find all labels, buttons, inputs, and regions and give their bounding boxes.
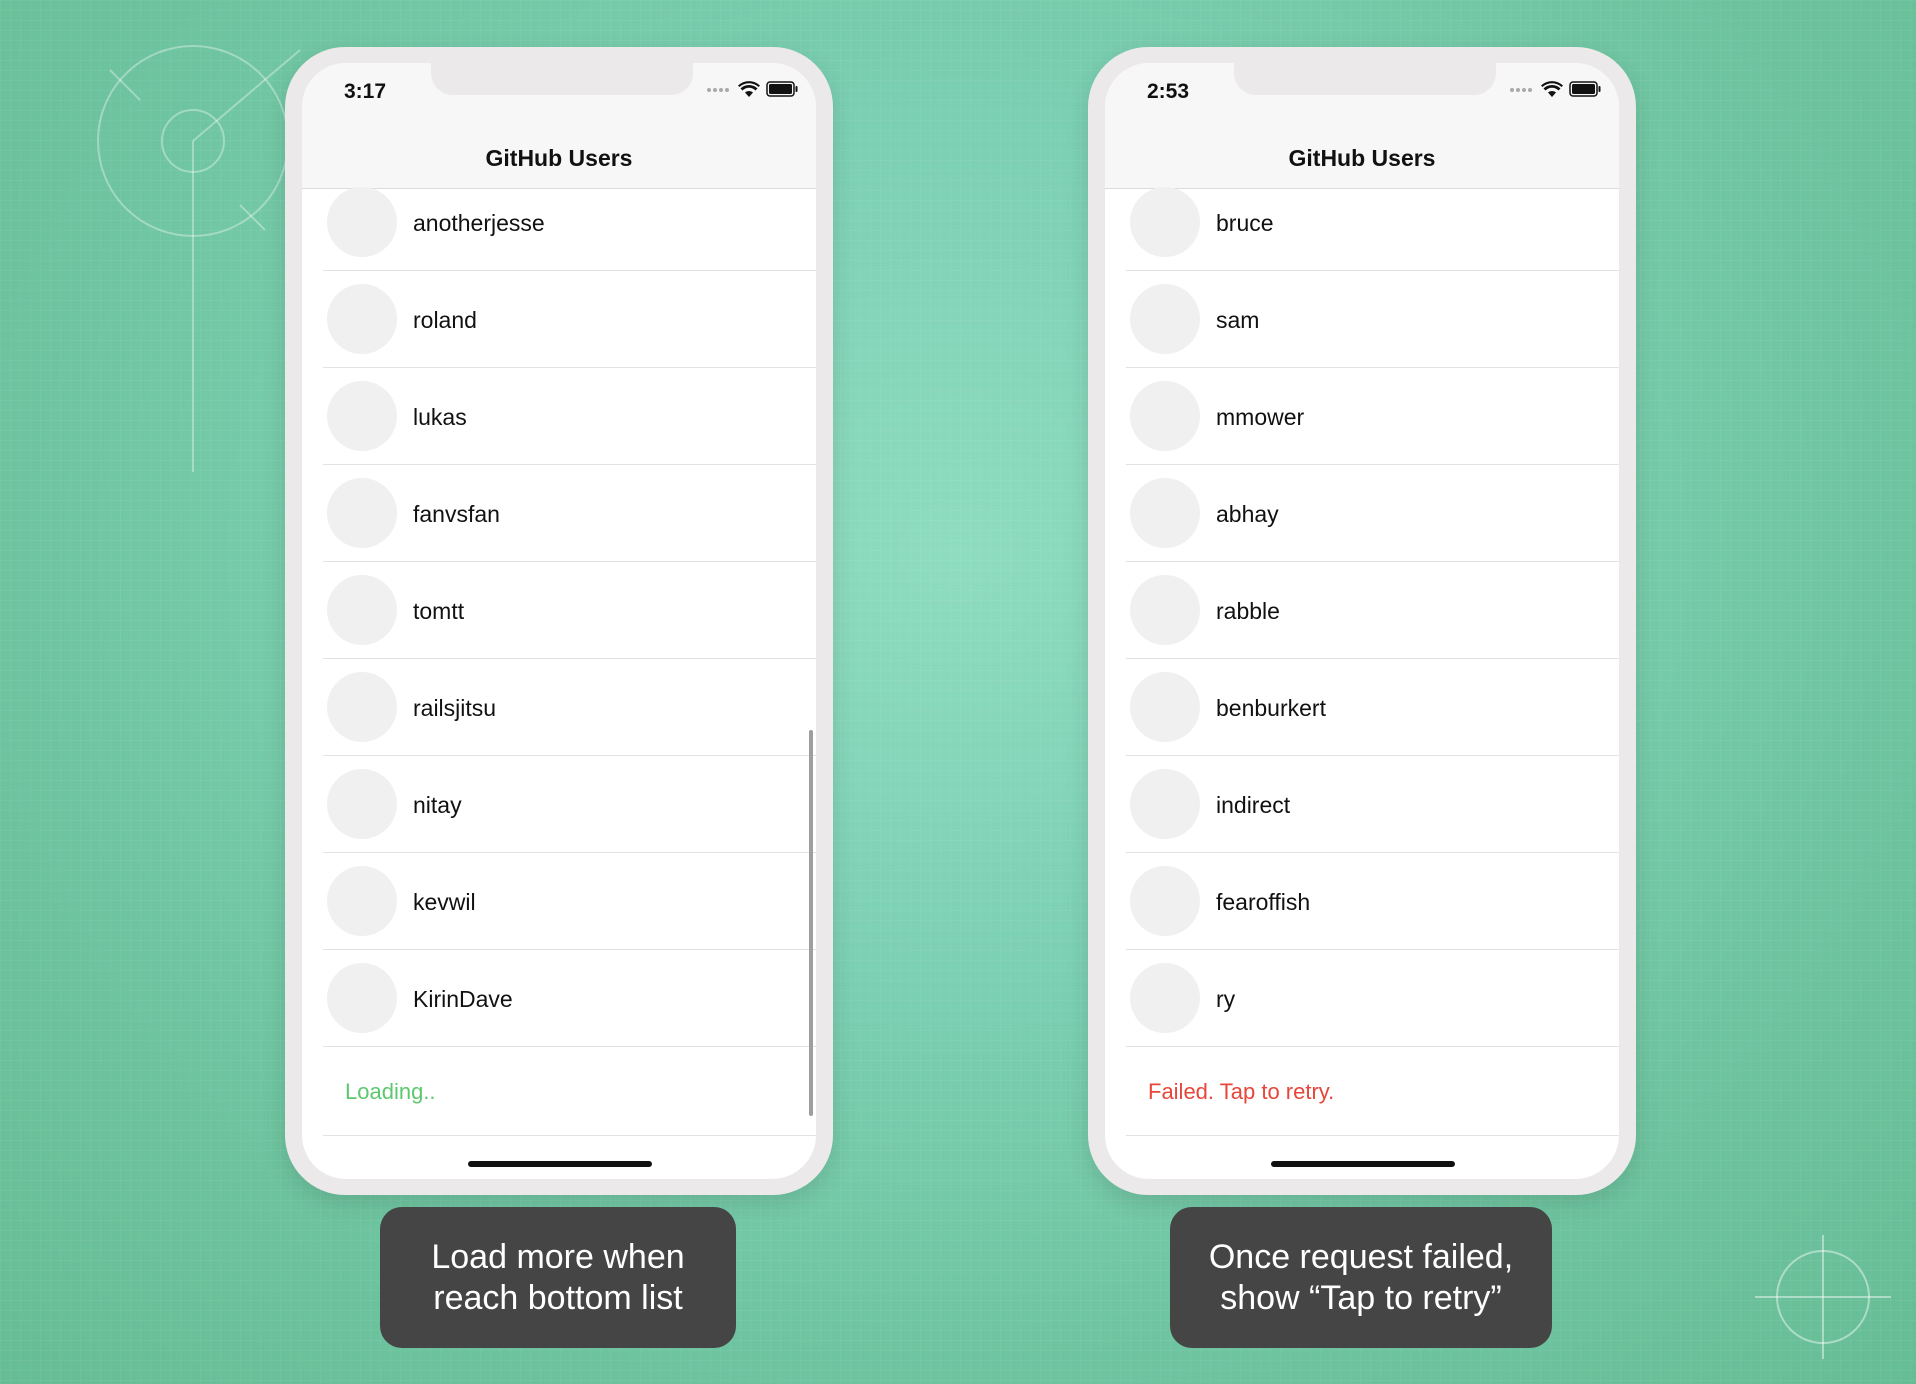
right-caption: Once request failed, show “Tap to retry” bbox=[1170, 1207, 1552, 1348]
loading-text: Loading.. bbox=[345, 1079, 436, 1104]
list-item[interactable]: fanvsfan bbox=[323, 465, 816, 562]
username: ry bbox=[1216, 986, 1236, 1012]
avatar bbox=[1130, 381, 1200, 451]
avatar bbox=[1130, 769, 1200, 839]
list-item[interactable]: bruce bbox=[1126, 187, 1619, 271]
username: abhay bbox=[1216, 501, 1279, 527]
list-item[interactable]: mmower bbox=[1126, 368, 1619, 465]
avatar bbox=[1130, 284, 1200, 354]
avatar bbox=[327, 575, 397, 645]
username: tomtt bbox=[413, 598, 465, 624]
list-item[interactable]: nitay bbox=[323, 756, 816, 853]
notch bbox=[431, 63, 693, 95]
username: lukas bbox=[413, 404, 467, 430]
retry-row[interactable]: Failed. Tap to retry. bbox=[1126, 1047, 1619, 1136]
username: railsjitsu bbox=[413, 695, 497, 721]
avatar bbox=[1130, 866, 1200, 936]
list-item[interactable]: fearoffish bbox=[1126, 853, 1619, 950]
username: anotherjesse bbox=[413, 210, 545, 236]
home-indicator[interactable] bbox=[468, 1161, 652, 1167]
left-caption: Load more when reach bottom list bbox=[380, 1207, 736, 1348]
username: nitay bbox=[413, 792, 462, 818]
list-item[interactable]: anotherjesse bbox=[323, 187, 816, 271]
avatar bbox=[327, 478, 397, 548]
user-list[interactable]: anotherjesse roland lukas fanvsfan tomtt… bbox=[302, 187, 816, 1136]
list-item[interactable]: ry bbox=[1126, 950, 1619, 1047]
target-decoration-icon bbox=[1755, 1235, 1891, 1359]
username: rabble bbox=[1216, 598, 1280, 624]
avatar bbox=[1130, 672, 1200, 742]
avatar bbox=[327, 284, 397, 354]
loading-row: Loading.. bbox=[323, 1047, 816, 1136]
status-time: 2:53 bbox=[1147, 80, 1190, 103]
wifi-icon bbox=[1541, 81, 1563, 97]
list-item[interactable]: kevwil bbox=[323, 853, 816, 950]
username: kevwil bbox=[413, 889, 476, 915]
list-item[interactable]: indirect bbox=[1126, 756, 1619, 853]
list-item[interactable]: lukas bbox=[323, 368, 816, 465]
nav-title: GitHub Users bbox=[485, 145, 633, 171]
list-item[interactable]: railsjitsu bbox=[323, 659, 816, 756]
username: mmower bbox=[1216, 404, 1305, 430]
list-item[interactable]: roland bbox=[323, 271, 816, 368]
scrollbar[interactable] bbox=[809, 730, 813, 1116]
avatar bbox=[327, 963, 397, 1033]
list-item[interactable]: sam bbox=[1126, 271, 1619, 368]
nav-title: GitHub Users bbox=[1288, 145, 1436, 171]
list-item[interactable]: rabble bbox=[1126, 562, 1619, 659]
list-item[interactable]: tomtt bbox=[323, 562, 816, 659]
avatar bbox=[327, 866, 397, 936]
avatar bbox=[1130, 575, 1200, 645]
username: fanvsfan bbox=[413, 501, 500, 527]
wifi-icon bbox=[738, 81, 760, 97]
right-phone: GitHub Users 2:53 bruce sam mmower abhay… bbox=[1088, 47, 1636, 1195]
avatar bbox=[327, 187, 397, 257]
avatar bbox=[327, 381, 397, 451]
home-indicator[interactable] bbox=[1271, 1161, 1455, 1167]
right-phone-screen: GitHub Users 2:53 bruce sam mmower abhay… bbox=[1105, 63, 1619, 1179]
avatar bbox=[327, 769, 397, 839]
list-item[interactable]: KirinDave bbox=[323, 950, 816, 1047]
list-item[interactable]: abhay bbox=[1126, 465, 1619, 562]
username: sam bbox=[1216, 307, 1260, 333]
left-phone-screen: GitHub Users 3:17 anotherjesse roland lu… bbox=[302, 63, 816, 1179]
battery-icon bbox=[1569, 81, 1601, 97]
retry-text[interactable]: Failed. Tap to retry. bbox=[1148, 1079, 1334, 1105]
battery-icon bbox=[766, 81, 798, 97]
avatar bbox=[1130, 963, 1200, 1033]
avatar bbox=[327, 672, 397, 742]
username: fearoffish bbox=[1216, 889, 1311, 915]
avatar bbox=[1130, 187, 1200, 257]
username: bruce bbox=[1216, 210, 1274, 236]
username: KirinDave bbox=[413, 986, 513, 1012]
status-time: 3:17 bbox=[344, 80, 387, 103]
username: roland bbox=[413, 307, 477, 333]
avatar bbox=[1130, 478, 1200, 548]
user-list[interactable]: bruce sam mmower abhay rabble benburkert… bbox=[1105, 187, 1619, 1136]
cellular-dots-icon bbox=[1510, 88, 1532, 92]
left-phone: GitHub Users 3:17 anotherjesse roland lu… bbox=[285, 47, 833, 1195]
username: indirect bbox=[1216, 792, 1291, 818]
notch bbox=[1234, 63, 1496, 95]
cellular-dots-icon bbox=[707, 88, 729, 92]
username: benburkert bbox=[1216, 695, 1326, 721]
list-item[interactable]: benburkert bbox=[1126, 659, 1619, 756]
